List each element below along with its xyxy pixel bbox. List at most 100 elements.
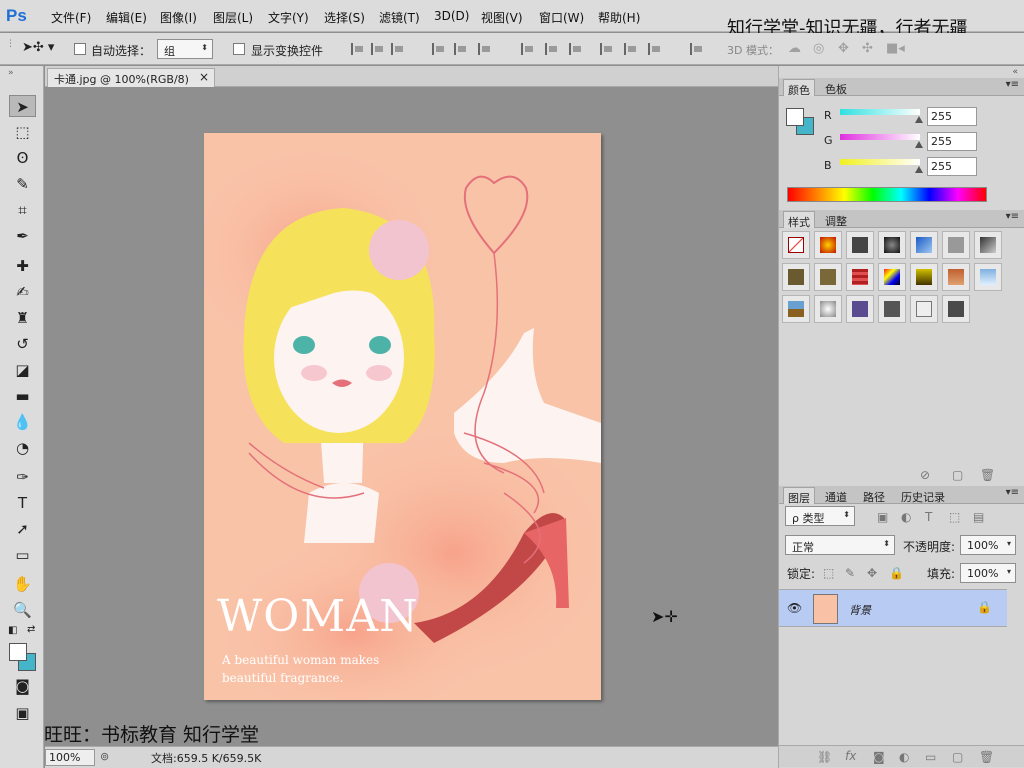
3d-scale-icon[interactable]: ■◂ xyxy=(886,41,905,56)
layer-name[interactable]: 背景 xyxy=(849,602,871,618)
style-multicolor[interactable] xyxy=(878,263,906,291)
layer-row-background[interactable]: 👁 背景 🔒 xyxy=(779,589,1007,627)
lock-transparent-icon[interactable]: ⬚ xyxy=(823,566,834,580)
crop-tool-icon[interactable]: ⌗ xyxy=(9,199,36,221)
visibility-eye-icon[interactable]: 👁 xyxy=(787,601,802,615)
opacity-field[interactable]: 100% ▾ xyxy=(960,535,1016,555)
delete-layer-icon[interactable]: 🗑 xyxy=(979,750,994,764)
channel-g-thumb[interactable] xyxy=(915,141,923,148)
distribute-bottom-icon[interactable] xyxy=(569,43,583,55)
tab-layers[interactable]: 图层 xyxy=(783,487,815,505)
eraser-tool-icon[interactable]: ◪ xyxy=(9,359,36,381)
distribute-hcenter-icon[interactable] xyxy=(624,43,638,55)
history-brush-tool-icon[interactable]: ↺ xyxy=(9,333,36,355)
quick-mask-icon[interactable]: ◙ xyxy=(9,675,36,697)
toolbar-collapse-icon[interactable]: » xyxy=(8,68,14,78)
show-transform-checkbox[interactable] xyxy=(233,43,245,55)
style-rust[interactable] xyxy=(942,263,970,291)
link-layers-icon[interactable]: ⛓ xyxy=(817,750,832,764)
gradient-tool-icon[interactable]: ▬ xyxy=(9,385,36,407)
3d-drag-icon[interactable]: ✥ xyxy=(838,41,849,56)
distribute-left-icon[interactable] xyxy=(600,43,614,55)
filter-smart-icon[interactable]: ▤ xyxy=(973,510,984,524)
channel-r-slider[interactable] xyxy=(840,109,920,115)
menu-file[interactable]: 文件(F) xyxy=(51,9,91,26)
brush-tool-icon[interactable]: ✍ xyxy=(9,281,36,303)
channel-b-thumb[interactable] xyxy=(915,166,923,173)
channel-r-thumb[interactable] xyxy=(915,116,923,123)
tab-styles[interactable]: 样式 xyxy=(783,211,815,229)
move-tool-preset-icon[interactable]: ➤✣ ▾ xyxy=(22,40,54,55)
foreground-color-swatch[interactable] xyxy=(9,643,27,661)
align-top-icon[interactable] xyxy=(351,43,365,55)
style-black-glass[interactable] xyxy=(878,231,906,259)
menu-layer[interactable]: 图层(L) xyxy=(213,9,253,26)
style-charcoal[interactable] xyxy=(942,295,970,323)
tab-history[interactable]: 历史记录 xyxy=(897,487,949,504)
style-purple[interactable] xyxy=(846,295,874,323)
add-mask-icon[interactable]: ◙ xyxy=(873,750,885,764)
align-bottom-icon[interactable] xyxy=(391,43,405,55)
lock-all-icon[interactable]: 🔒 xyxy=(889,566,904,580)
layer-filter-dropdown[interactable]: ρ 类型 ⬍ xyxy=(785,506,855,526)
status-info-icon[interactable]: ⊚ xyxy=(100,750,109,763)
zoom-field[interactable]: 100% xyxy=(45,749,95,766)
menu-type[interactable]: 文字(Y) xyxy=(268,9,309,26)
artwork-image[interactable]: WOMAN A beautiful woman makes beautiful … xyxy=(204,133,601,700)
tab-paths[interactable]: 路径 xyxy=(859,487,889,504)
pen-tool-icon[interactable]: ✑ xyxy=(9,466,36,488)
lock-position-icon[interactable]: ✥ xyxy=(867,566,877,580)
color-fg-swatch[interactable] xyxy=(786,108,804,126)
menu-image[interactable]: 图像(I) xyxy=(160,9,197,26)
clone-stamp-tool-icon[interactable]: ♜ xyxy=(9,307,36,329)
style-blue-glass[interactable] xyxy=(910,231,938,259)
menu-3d[interactable]: 3D(D) xyxy=(434,9,469,23)
3d-slide-icon[interactable]: ✣ xyxy=(862,41,873,56)
fx-icon[interactable]: fx xyxy=(845,749,856,763)
new-style-icon[interactable]: ▢ xyxy=(952,468,963,482)
style-red-stripes[interactable] xyxy=(846,263,874,291)
zoom-tool-icon[interactable]: 🔍 xyxy=(9,599,36,621)
style-outline[interactable] xyxy=(910,295,938,323)
filter-shape-icon[interactable]: ⬚ xyxy=(949,510,960,524)
panel-menu-icon[interactable]: ▾≡ xyxy=(1006,79,1019,90)
marquee-tool-icon[interactable]: ⬚ xyxy=(9,121,36,143)
style-dark-button[interactable] xyxy=(846,231,874,259)
filter-pixel-icon[interactable]: ▣ xyxy=(877,510,888,524)
3d-rotate-icon[interactable]: ☁ xyxy=(788,41,801,56)
align-right-icon[interactable] xyxy=(478,43,492,55)
canvas-area[interactable]: WOMAN A beautiful woman makes beautiful … xyxy=(45,88,778,746)
style-yellow[interactable] xyxy=(910,263,938,291)
style-chrome[interactable] xyxy=(974,231,1002,259)
align-hcenter-icon[interactable] xyxy=(454,43,468,55)
panel-menu-icon[interactable]: ▾≡ xyxy=(1006,211,1019,222)
tab-channels[interactable]: 通道 xyxy=(821,487,851,504)
style-dark-gray[interactable] xyxy=(878,295,906,323)
new-layer-icon[interactable]: ▢ xyxy=(952,750,963,764)
channel-g-slider[interactable] xyxy=(840,134,920,140)
distribute-vcenter-icon[interactable] xyxy=(545,43,559,55)
style-bronze[interactable] xyxy=(782,263,810,291)
filter-type-icon[interactable]: T xyxy=(925,510,932,524)
style-sky[interactable] xyxy=(974,263,1002,291)
dodge-tool-icon[interactable]: ◔ xyxy=(9,437,36,459)
fill-field[interactable]: 100% ▾ xyxy=(960,563,1016,583)
swap-colors-icon[interactable]: ⇄ xyxy=(27,624,35,635)
move-tool-icon[interactable]: ➤ xyxy=(9,95,36,117)
new-group-icon[interactable]: ▭ xyxy=(925,750,936,764)
trash-icon[interactable]: 🗑 xyxy=(980,468,995,482)
panel-menu-icon[interactable]: ▾≡ xyxy=(1006,487,1019,498)
lock-pixels-icon[interactable]: ✎ xyxy=(845,566,855,580)
eyedropper-tool-icon[interactable]: ✒ xyxy=(9,225,36,247)
menu-filter[interactable]: 滤镜(T) xyxy=(379,9,420,26)
tab-swatches[interactable]: 色板 xyxy=(821,79,851,96)
screen-mode-icon[interactable]: ▣ xyxy=(9,702,36,724)
distribute-top-icon[interactable] xyxy=(521,43,535,55)
menu-window[interactable]: 窗口(W) xyxy=(539,9,584,26)
channel-g-value[interactable]: 255 xyxy=(927,132,977,151)
clear-style-icon[interactable]: ⊘ xyxy=(920,468,930,482)
style-none[interactable] xyxy=(782,231,810,259)
new-adjustment-icon[interactable]: ◐ xyxy=(899,750,909,764)
tab-adjustments[interactable]: 调整 xyxy=(821,211,851,228)
type-tool-icon[interactable]: T xyxy=(9,492,36,514)
